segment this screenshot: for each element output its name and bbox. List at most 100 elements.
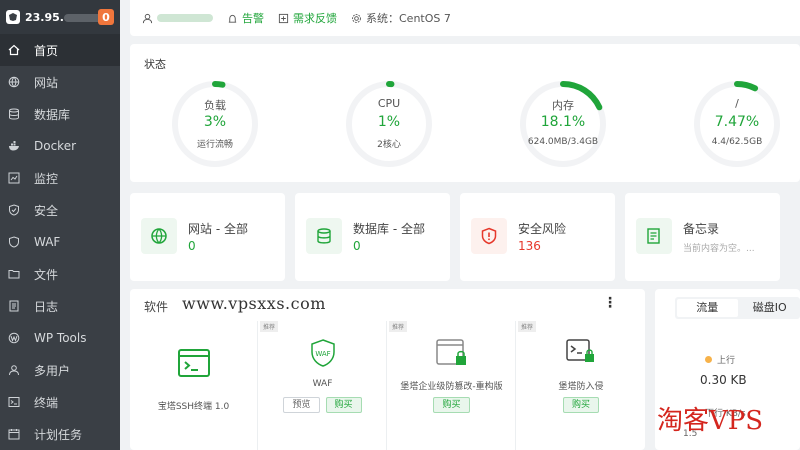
sidebar-item-cron[interactable]: 计划任务 [0, 418, 120, 450]
browser-lock-icon [388, 339, 515, 367]
summary-value[interactable]: 0 [353, 239, 361, 253]
buy-button[interactable]: 购买 [433, 397, 470, 413]
database-icon [306, 218, 342, 254]
sidebar-item-waf[interactable]: WAF [0, 226, 120, 258]
sidebar-item-security[interactable]: 安全 [0, 194, 120, 226]
traffic-tabs: 流量 磁盘IO [675, 297, 800, 319]
sidebar-item-website[interactable]: 网站 [0, 66, 120, 98]
summary-card-website[interactable]: 网站 - 全部 0 [130, 193, 285, 281]
sidebar-item-multiuser[interactable]: 多用户 [0, 354, 120, 386]
warning-shield-icon [471, 218, 507, 254]
summary-title: 备忘录 [683, 222, 720, 236]
sidebar-item-label: Docker [34, 139, 77, 153]
sidebar-item-home[interactable]: 首页 [0, 34, 120, 66]
alarm-link[interactable]: 告警 [227, 10, 264, 26]
terminal-lock-icon [517, 339, 645, 365]
top-bar: 告警 需求反馈 系统：CentOS 7 [130, 0, 800, 36]
app-ssh-terminal[interactable]: 宝塔SSH终端 1.0 [130, 321, 258, 450]
software-title: 软件 [144, 300, 169, 314]
message-badge[interactable]: 0 [98, 9, 114, 25]
log-icon [8, 300, 20, 312]
sidebar: 23.95. 0 首页 网站 数据库 Docker 监控 安全 WAF 文件 日… [0, 0, 120, 450]
software-panel: 软件 www.vpsxxs.com ⋮ 宝塔SSH终端 1.0 推荐 WAF W… [130, 289, 645, 450]
gauge-value: 1% [377, 114, 401, 130]
watermark-brand: 淘客VPS [657, 406, 764, 436]
app-name: 堡塔企业级防篡改-重构版 [400, 382, 503, 392]
sidebar-item-docker[interactable]: Docker [0, 130, 120, 162]
summary-value[interactable]: 136 [518, 239, 541, 253]
summary-card-memo[interactable]: 备忘录 当前内容为空。... [625, 193, 780, 281]
summary-title: 网站 - 全部 [188, 222, 248, 236]
recommend-tag: 推荐 [389, 321, 408, 332]
sidebar-item-label: 网站 [34, 75, 59, 90]
globe-icon [8, 76, 20, 88]
sidebar-item-label: 终端 [34, 395, 59, 410]
gauge-cpu[interactable]: CPU 1% 2核心 [345, 80, 433, 168]
sidebar-item-label: WAF [34, 235, 61, 249]
server-ip: 23.95. [25, 11, 98, 24]
system-label: 系统：CentOS 7 [366, 12, 451, 25]
summary-value[interactable]: 0 [188, 239, 196, 253]
sidebar-item-label: 文件 [34, 267, 59, 282]
gauge-sub: 624.0MB/3.4GB [527, 137, 599, 147]
gauge-value: 18.1% [540, 114, 586, 130]
sidebar-item-label: 首页 [34, 43, 59, 58]
sidebar-item-label: 多用户 [34, 363, 71, 378]
app-name: 堡塔防入侵 [558, 382, 604, 392]
shield-icon [8, 204, 20, 216]
alarm-label: 告警 [242, 12, 264, 25]
terminal-icon [8, 396, 20, 408]
sidebar-item-label: 数据库 [34, 107, 71, 122]
sidebar-item-label: 日志 [34, 299, 59, 314]
more-options-icon[interactable]: ⋮ [603, 295, 617, 311]
sidebar-item-terminal[interactable]: 终端 [0, 386, 120, 418]
app-tamper-proof[interactable]: 推荐 堡塔企业级防篡改-重构版 购买 [388, 321, 516, 450]
feedback-icon [278, 13, 289, 23]
gauge-disk[interactable]: / 7.47% 4.4/62.5GB [693, 80, 781, 168]
summary-card-security-risk[interactable]: 安全风险 136 [460, 193, 615, 281]
users-icon [8, 364, 20, 376]
gauge-load[interactable]: 负载 3% 运行流畅 [171, 80, 259, 168]
tab-traffic[interactable]: 流量 [677, 299, 738, 317]
buy-button[interactable]: 购买 [562, 397, 599, 413]
sidebar-item-database[interactable]: 数据库 [0, 98, 120, 130]
folder-icon [8, 268, 20, 280]
gauge-memory[interactable]: 内存 18.1% 624.0MB/3.4GB [519, 80, 607, 168]
app-actions: 购买 [388, 397, 515, 413]
buy-button[interactable]: 购买 [325, 397, 362, 413]
waf-shield-icon [8, 236, 20, 248]
gauge-label: / [735, 97, 739, 110]
alarm-icon [228, 14, 237, 23]
app-actions: 预览 购买 [259, 397, 386, 413]
sidebar-item-logs[interactable]: 日志 [0, 290, 120, 322]
sidebar-item-label: 计划任务 [34, 427, 83, 442]
home-icon [8, 44, 20, 56]
gauge-label: 内存 [552, 99, 574, 112]
tab-disk-io[interactable]: 磁盘IO [740, 297, 800, 319]
gauge-sub: 2核心 [377, 140, 401, 150]
calendar-icon [8, 428, 20, 440]
upload-dot [705, 356, 712, 363]
summary-sub: 当前内容为空。... [683, 244, 755, 254]
sidebar-item-wp-tools[interactable]: WP Tools [0, 322, 120, 354]
preview-button[interactable]: 预览 [283, 397, 320, 413]
upload-value: 0.30 KB [700, 373, 747, 387]
docker-icon [8, 140, 20, 152]
summary-card-database[interactable]: 数据库 - 全部 0 [295, 193, 450, 281]
system-info: 系统：CentOS 7 [351, 10, 451, 26]
summary-title: 数据库 - 全部 [353, 222, 425, 236]
app-intrusion-prevention[interactable]: 推荐 堡塔防入侵 购买 [517, 321, 645, 450]
feedback-link[interactable]: 需求反馈 [278, 10, 337, 26]
gauge-label: CPU [377, 97, 401, 110]
feedback-label: 需求反馈 [293, 12, 337, 25]
app-name: WAF [312, 379, 333, 389]
app-waf[interactable]: 推荐 WAF WAF 预览 购买 [259, 321, 387, 450]
user-icon [142, 13, 153, 23]
sidebar-item-files[interactable]: 文件 [0, 258, 120, 290]
sidebar-item-monitor[interactable]: 监控 [0, 162, 120, 194]
status-panel: 状态 负载 3% 运行流畅 CPU 1% 2核心 内存 18.1% 624.0M… [130, 44, 800, 182]
user-info[interactable] [142, 13, 213, 24]
app-name: 宝塔SSH终端 1.0 [157, 402, 230, 412]
memo-icon [636, 218, 672, 254]
sidebar-item-label: 安全 [34, 203, 59, 218]
